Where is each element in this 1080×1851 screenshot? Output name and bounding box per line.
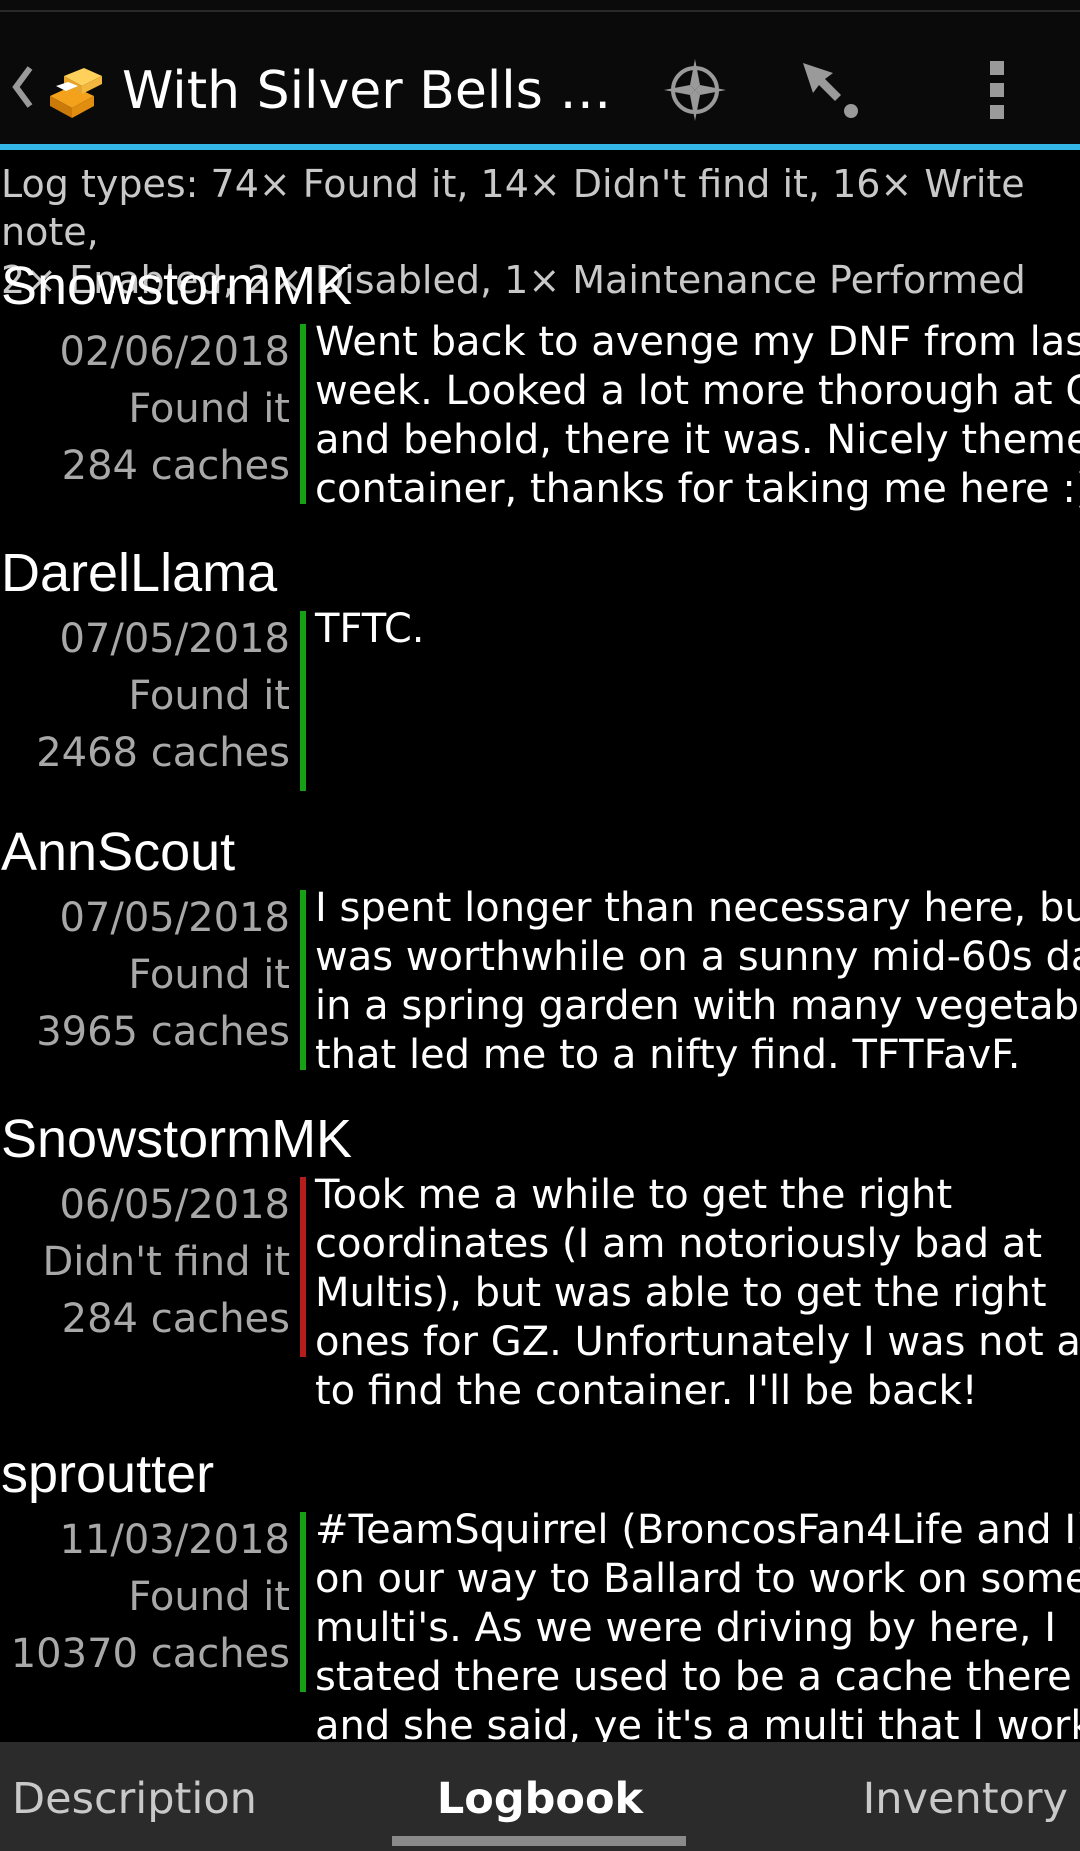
log-text: #TeamSquirrel (BroncosFan4Life and I) on… (315, 1506, 1080, 1742)
chevron-left-icon[interactable] (10, 62, 36, 112)
cache-boxes-icon[interactable] (42, 56, 108, 122)
finder-cache-count: 2468 caches (36, 730, 290, 776)
log-text: I spent longer than necessary here, but … (315, 884, 1080, 1080)
log-date: 11/03/2018 (59, 1517, 290, 1563)
log-type: Didn't find it (42, 1239, 291, 1285)
navigate-button[interactable] (775, 42, 885, 138)
logbook-list[interactable]: Log types: 74× Found it, 14× Didn't find… (0, 150, 1080, 1742)
log-entry[interactable]: DarelLlama 07/05/2018 Found it 2468 cach… (0, 543, 1080, 822)
log-text-line: on our way to Ballard to work on some (315, 1556, 1080, 1602)
log-type: Found it (128, 673, 290, 719)
log-text-line: Multis), but was able to get the right (315, 1270, 1047, 1316)
log-meta: 07/05/2018 Found it 3965 caches (0, 890, 290, 1061)
log-text: TFTC. (315, 605, 1080, 654)
finder-cache-count: 284 caches (61, 1296, 290, 1342)
log-author[interactable]: DarelLlama (0, 543, 1080, 605)
log-text-line: I spent longer than necessary here, but … (315, 885, 1080, 931)
bottom-tab-bar: Logbook Description Inventory (0, 1742, 1080, 1851)
overflow-menu-icon (990, 61, 1004, 119)
log-author[interactable]: AnnScout (0, 822, 1080, 884)
log-type: Found it (128, 952, 290, 998)
log-text-line: container, thanks for taking me here :) (315, 466, 1080, 512)
compass-icon (664, 59, 726, 121)
log-meta: 07/05/2018 Found it 2468 caches (0, 611, 290, 782)
tab-description[interactable]: Description (12, 1742, 257, 1851)
log-text-line: was worthwhile on a sunny mid-60s day (315, 934, 1080, 980)
log-date: 07/05/2018 (59, 616, 290, 662)
log-type: Found it (128, 1574, 290, 1620)
log-text-line: to find the container. I'll be back! (315, 1368, 978, 1414)
log-author[interactable]: sproutter (0, 1444, 1080, 1506)
page-title: With Silver Bells an... (122, 61, 632, 121)
log-text-line: that led me to a nifty find. TFTFavF. (315, 1032, 1021, 1078)
log-text: Took me a while to get the right coordin… (315, 1171, 1080, 1416)
tab-inventory[interactable]: Inventory (863, 1742, 1068, 1851)
log-entry[interactable]: AnnScout 07/05/2018 Found it 3965 caches… (0, 822, 1080, 1109)
navigate-arrow-icon (803, 63, 858, 118)
log-date: 06/05/2018 (59, 1182, 290, 1228)
finder-cache-count: 3965 caches (36, 1009, 290, 1055)
log-text-line: ones for GZ. Unfortunately I was not abl… (315, 1319, 1080, 1365)
action-bar: With Silver Bells an... (0, 12, 1080, 144)
cache-logbook-screen: With Silver Bells an... Log types: 74× F… (0, 0, 1080, 1851)
log-text-line: multi's. As we were driving by here, I (315, 1605, 1056, 1651)
overflow-menu-button[interactable] (942, 42, 1052, 138)
log-status-bar (300, 890, 306, 1070)
log-text-line: in a spring garden with many vegetables (315, 983, 1080, 1029)
log-meta: 11/03/2018 Found it 10370 caches (0, 1512, 290, 1683)
log-text-line: coordinates (I am notoriously bad at (315, 1221, 1043, 1267)
log-type-summary: Log types: 74× Found it, 14× Didn't find… (0, 160, 1071, 302)
log-text-line: #TeamSquirrel (BroncosFan4Life and I) (315, 1507, 1080, 1553)
log-text-line: TFTC. (315, 606, 425, 652)
log-type: Found it (128, 386, 290, 432)
log-meta: 02/06/2018 Found it 284 caches (0, 324, 290, 495)
status-bar-strip (0, 0, 1080, 12)
log-text-line: and she said, ye it's a multi that I wor… (315, 1703, 1080, 1742)
log-text-line: and behold, there it was. Nicely themed (315, 417, 1080, 463)
log-status-bar (300, 324, 306, 504)
log-author[interactable]: SnowstormMK (0, 256, 1080, 318)
finder-cache-count: 284 caches (61, 443, 290, 489)
log-date: 02/06/2018 (59, 329, 290, 375)
log-author[interactable]: SnowstormMK (0, 1109, 1080, 1171)
log-text-line: week. Looked a lot more thorough at GZ, (315, 368, 1080, 414)
log-entry[interactable]: sproutter 11/03/2018 Found it 10370 cach… (0, 1444, 1080, 1742)
finder-cache-count: 10370 caches (10, 1631, 290, 1677)
log-status-bar (300, 1177, 306, 1357)
log-date: 07/05/2018 (59, 895, 290, 941)
log-text-line: Went back to avenge my DNF from last (315, 319, 1080, 365)
log-meta: 06/05/2018 Didn't find it 284 caches (0, 1177, 291, 1348)
active-tab-indicator (392, 1836, 686, 1846)
log-status-bar (300, 611, 306, 791)
log-text-line: stated there used to be a cache there (315, 1654, 1072, 1700)
log-text-line: Took me a while to get the right (315, 1172, 953, 1218)
log-summary-line: Log types: 74× Found it, 14× Didn't find… (1, 162, 1025, 254)
log-status-bar (300, 1512, 306, 1692)
log-entry[interactable]: SnowstormMK 06/05/2018 Didn't find it 28… (0, 1109, 1080, 1444)
compass-button[interactable] (640, 42, 750, 138)
log-text: Went back to avenge my DNF from last wee… (315, 318, 1080, 514)
log-entry[interactable]: SnowstormMK 02/06/2018 Found it 284 cach… (0, 256, 1080, 543)
